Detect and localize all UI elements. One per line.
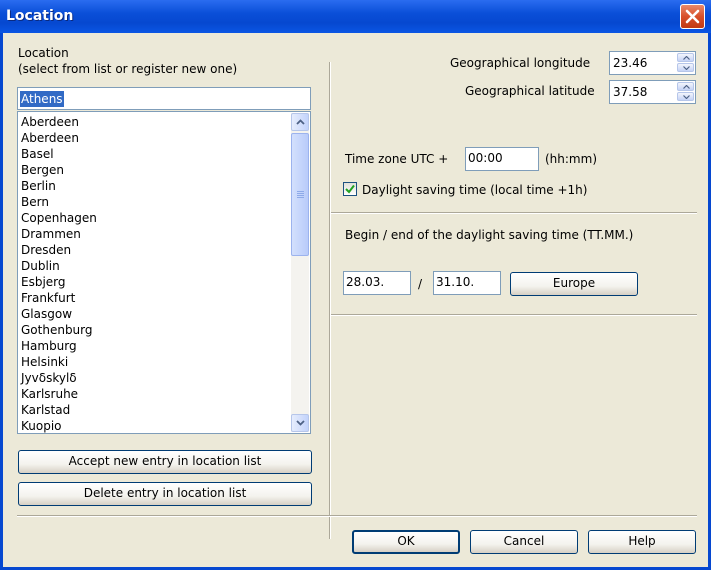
timezone-format-hint: (hh:mm)	[545, 152, 597, 166]
footer-divider	[17, 515, 697, 517]
checkmark-icon	[345, 184, 355, 194]
list-item[interactable]: Copenhagen	[21, 210, 97, 226]
latitude-spinner[interactable]: 37.58	[609, 80, 696, 104]
section-divider-2	[331, 314, 697, 316]
longitude-spinner[interactable]: 23.46	[609, 51, 696, 75]
ok-button[interactable]: OK	[352, 530, 460, 554]
section-divider-1	[331, 212, 697, 214]
longitude-increment-button[interactable]	[677, 53, 694, 62]
location-list-scrollbar[interactable]	[291, 113, 309, 432]
dst-end-input[interactable]: 31.10.	[433, 271, 501, 295]
list-item[interactable]: Aberdeen	[21, 114, 79, 130]
latitude-decrement-button[interactable]	[677, 92, 694, 101]
chevron-up-icon	[683, 85, 690, 89]
chevron-up-icon	[296, 119, 305, 125]
dst-period-label: Begin / end of the daylight saving time …	[345, 228, 634, 242]
column-divider	[329, 62, 331, 539]
timezone-input[interactable]: 00:00	[465, 147, 539, 171]
chevron-down-icon	[296, 420, 305, 426]
list-item[interactable]: Dublin	[21, 258, 60, 274]
accept-entry-button[interactable]: Accept new entry in location list	[18, 450, 312, 474]
chevron-down-icon	[683, 95, 690, 99]
dst-checkbox-label[interactable]: Daylight saving time (local time +1h)	[362, 183, 587, 197]
close-button[interactable]	[680, 4, 705, 29]
close-icon	[685, 9, 700, 24]
help-button[interactable]: Help	[588, 530, 696, 554]
longitude-value: 23.46	[613, 56, 648, 70]
list-item[interactable]: Frankfurt	[21, 290, 75, 306]
dst-checkbox[interactable]	[343, 182, 357, 196]
title-bar: Location	[0, 0, 711, 33]
list-item[interactable]: Basel	[21, 146, 54, 162]
cancel-button[interactable]: Cancel	[470, 530, 578, 554]
location-input[interactable]: Athens	[17, 87, 311, 110]
scroll-up-button[interactable]	[291, 113, 309, 131]
longitude-decrement-button[interactable]	[677, 63, 694, 72]
timezone-label: Time zone UTC +	[345, 152, 449, 166]
list-item[interactable]: Karlstad	[21, 402, 70, 418]
latitude-value: 37.58	[613, 85, 648, 99]
chevron-down-icon	[683, 66, 690, 70]
list-item[interactable]: Kuopio	[21, 418, 62, 433]
list-item[interactable]: Gothenburg	[21, 322, 93, 338]
list-item[interactable]: Jyvδskylδ	[21, 370, 77, 386]
list-item[interactable]: Esbjerg	[21, 274, 66, 290]
list-item[interactable]: Berlin	[21, 178, 56, 194]
scroll-down-button[interactable]	[291, 414, 309, 432]
list-item[interactable]: Aberdeen	[21, 130, 79, 146]
scroll-thumb[interactable]	[291, 133, 309, 256]
list-item[interactable]: Bergen	[21, 162, 64, 178]
list-item[interactable]: Karlsruhe	[21, 386, 78, 402]
dst-separator: /	[418, 277, 423, 291]
europe-preset-button[interactable]: Europe	[510, 272, 638, 296]
list-item[interactable]: Bern	[21, 194, 49, 210]
latitude-increment-button[interactable]	[677, 82, 694, 91]
list-item[interactable]: Drammen	[21, 226, 81, 242]
window-title: Location	[6, 8, 74, 24]
location-subheading: (select from list or register new one)	[18, 62, 238, 76]
latitude-label: Geographical latitude	[465, 84, 595, 98]
location-list[interactable]: Aberdeen Aberdeen Basel Bergen Berlin Bern Cop…	[17, 111, 311, 434]
location-heading: Location	[18, 46, 69, 60]
list-item[interactable]: Glasgow	[21, 306, 72, 322]
location-input-selected-text: Athens	[20, 91, 64, 107]
delete-entry-button[interactable]: Delete entry in location list	[18, 482, 312, 506]
list-item[interactable]: Helsinki	[21, 354, 68, 370]
longitude-label: Geographical longitude	[450, 56, 591, 70]
list-item[interactable]: Hamburg	[21, 338, 77, 354]
list-item[interactable]: Dresden	[21, 242, 71, 258]
chevron-up-icon	[683, 56, 690, 60]
dst-begin-input[interactable]: 28.03.	[343, 271, 411, 295]
